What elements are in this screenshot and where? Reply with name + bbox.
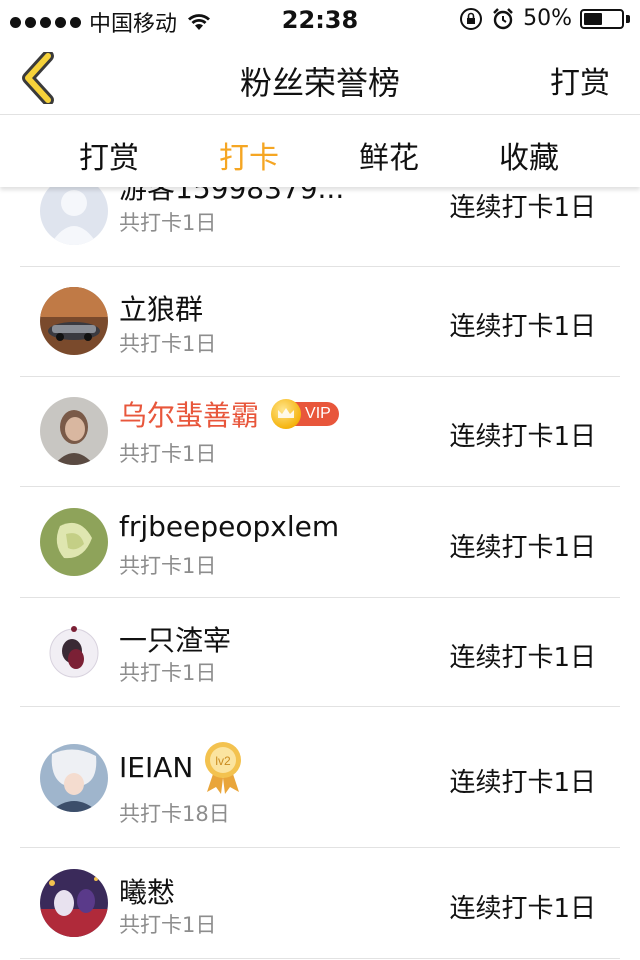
- avatar: [40, 617, 108, 685]
- list-item[interactable]: IEIAN lv2 共打卡18日 连续打卡1日: [20, 706, 620, 848]
- avatar: [40, 508, 108, 576]
- status-bar: 中国移动 22:38 50%: [0, 0, 640, 40]
- list-item[interactable]: frjbeepeopxlem 共打卡1日 连续打卡1日: [20, 486, 620, 598]
- avatar: [40, 187, 108, 245]
- total-checkins: 共打卡1日: [119, 442, 217, 466]
- status-right: 50%: [459, 6, 630, 31]
- user-name[interactable]: 立狼群: [119, 288, 203, 328]
- list-item[interactable]: 立狼群 共打卡1日 连续打卡1日: [20, 266, 620, 377]
- streak-checkins: 连续打卡1日: [449, 643, 596, 673]
- total-checkins: 共打卡1日: [119, 211, 217, 235]
- avatar: [40, 397, 108, 465]
- total-checkins: 共打卡18日: [119, 802, 230, 826]
- streak-checkins: 连续打卡1日: [449, 533, 596, 563]
- total-checkins: 共打卡1日: [119, 661, 217, 685]
- tab-flowers[interactable]: 鲜花: [319, 133, 459, 177]
- battery-icon: [580, 8, 624, 29]
- orientation-lock-icon: [460, 7, 483, 30]
- user-name[interactable]: 游客15998379...: [119, 187, 344, 207]
- streak-checkins: 连续打卡1日: [449, 768, 596, 798]
- streak-checkins: 连续打卡1日: [449, 422, 596, 452]
- total-checkins: 共打卡1日: [119, 913, 217, 937]
- user-name[interactable]: 一只渣宰: [119, 619, 231, 659]
- avatar: [40, 869, 108, 937]
- svg-text:lv2: lv2: [216, 754, 232, 768]
- tab-favorites[interactable]: 收藏: [459, 133, 599, 177]
- total-checkins: 共打卡1日: [119, 554, 217, 578]
- page-title: 粉丝荣誉榜: [239, 64, 400, 102]
- total-checkins: 共打卡1日: [119, 332, 217, 356]
- crown-icon: [271, 399, 302, 429]
- user-name[interactable]: frjbeepeopxlem: [119, 510, 339, 543]
- reward-button[interactable]: 打赏: [550, 58, 610, 102]
- tab-reward[interactable]: 打赏: [39, 133, 179, 177]
- list-item[interactable]: 曦慭 共打卡1日 连续打卡1日: [20, 847, 620, 959]
- user-name[interactable]: 乌尔蜚善霸 VIP: [119, 394, 339, 434]
- user-name[interactable]: 曦慭: [119, 871, 175, 911]
- list-item[interactable]: 游客15998379... 共打卡1日 连续打卡1日: [20, 187, 620, 267]
- avatar: [40, 744, 108, 812]
- list-item[interactable]: 一只渣宰 共打卡1日 连续打卡1日: [20, 597, 620, 707]
- user-name[interactable]: IEIAN lv2: [119, 740, 243, 794]
- streak-checkins: 连续打卡1日: [449, 312, 596, 342]
- list-item[interactable]: 乌尔蜚善霸 VIP 共打卡1日 连续打卡1日: [20, 376, 620, 487]
- nav-bar: 粉丝荣誉榜 打赏: [0, 40, 640, 115]
- tab-bar: 打赏 打卡 鲜花 收藏: [0, 115, 640, 187]
- streak-checkins: 连续打卡1日: [449, 193, 596, 223]
- checkin-ranking-list: 游客15998379... 共打卡1日 连续打卡1日 立狼群 共打卡1日 连续打…: [0, 187, 640, 960]
- alarm-icon: [493, 7, 513, 29]
- vip-badge: VIP: [271, 399, 339, 429]
- tab-checkin[interactable]: 打卡: [179, 133, 319, 177]
- streak-checkins: 连续打卡1日: [449, 894, 596, 924]
- avatar: [40, 287, 108, 355]
- level-medal-icon: lv2: [205, 742, 242, 794]
- battery-percent: 50%: [523, 6, 572, 31]
- battery-cap: [626, 14, 630, 23]
